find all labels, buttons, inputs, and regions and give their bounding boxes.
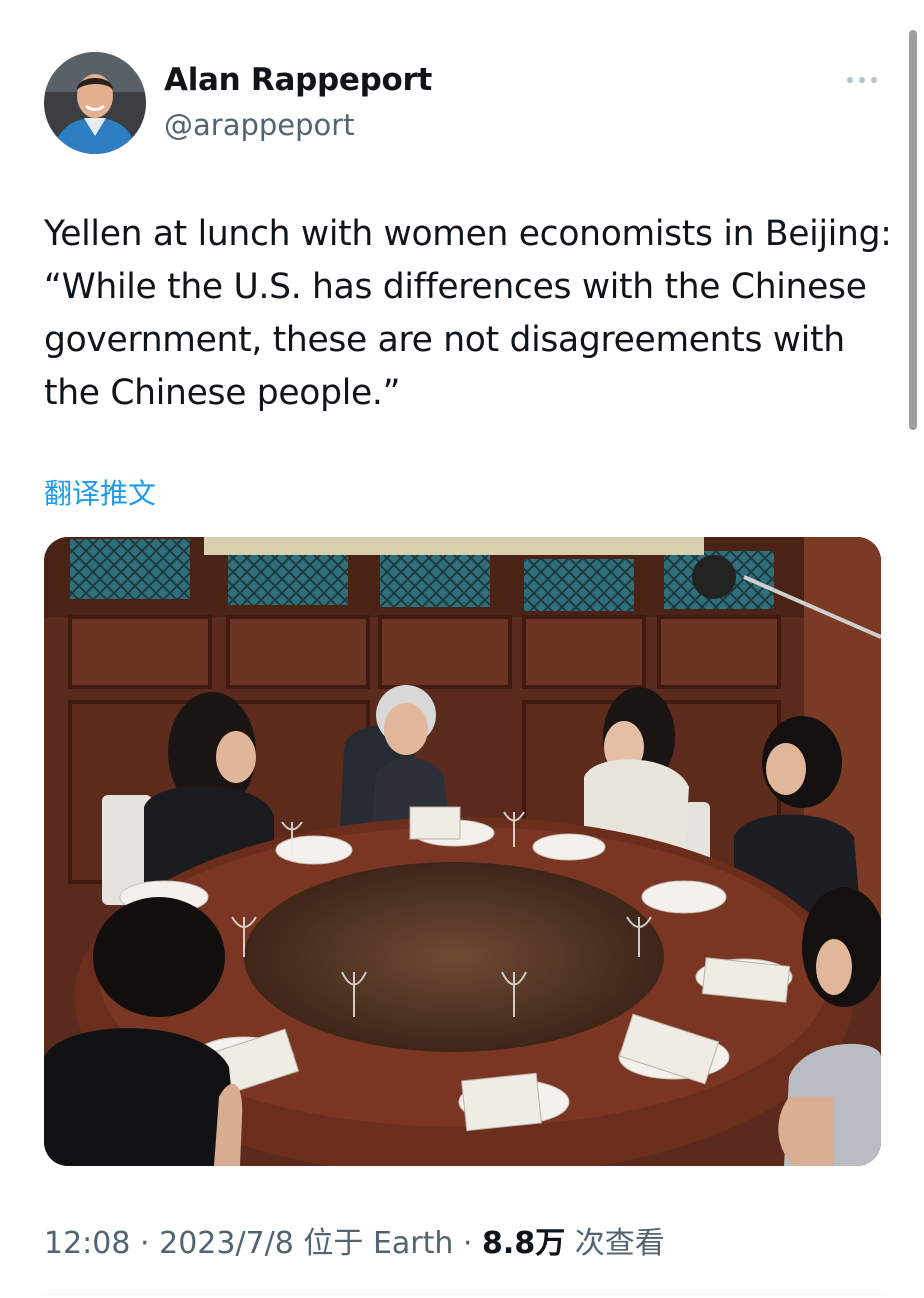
location-prefix: 位于 [303,1226,364,1261]
photo-image [44,537,881,1166]
views-count[interactable]: 8.8万 [482,1226,565,1261]
tweet-meta: 12:08 · 2023/7/8 位于 Earth · 8.8万 次查看 [44,1222,665,1266]
meta-separator: · [462,1226,473,1261]
author-info: Alan Rappeport @arappeport [164,58,432,146]
meta-separator: · [140,1226,150,1261]
avatar[interactable] [44,52,146,154]
avatar-image [44,52,146,154]
translate-tweet-link[interactable]: 翻译推文 [44,474,156,514]
divider [44,1294,884,1295]
views-label: 次查看 [574,1226,665,1261]
more-horizontal-icon [847,77,877,83]
tweet-photo[interactable] [44,537,881,1166]
tweet-time[interactable]: 12:08 [44,1226,130,1261]
author-display-name[interactable]: Alan Rappeport [164,58,432,102]
scrollbar[interactable] [909,30,917,430]
tweet-location: Earth [372,1226,454,1261]
more-options-button[interactable] [842,70,882,90]
tweet-date[interactable]: 2023/7/8 [159,1226,294,1261]
author-handle[interactable]: @arappeport [164,104,432,146]
tweet-text: Yellen at lunch with women economists in… [44,214,892,413]
tweet-header: Alan Rappeport @arappeport [0,0,924,170]
